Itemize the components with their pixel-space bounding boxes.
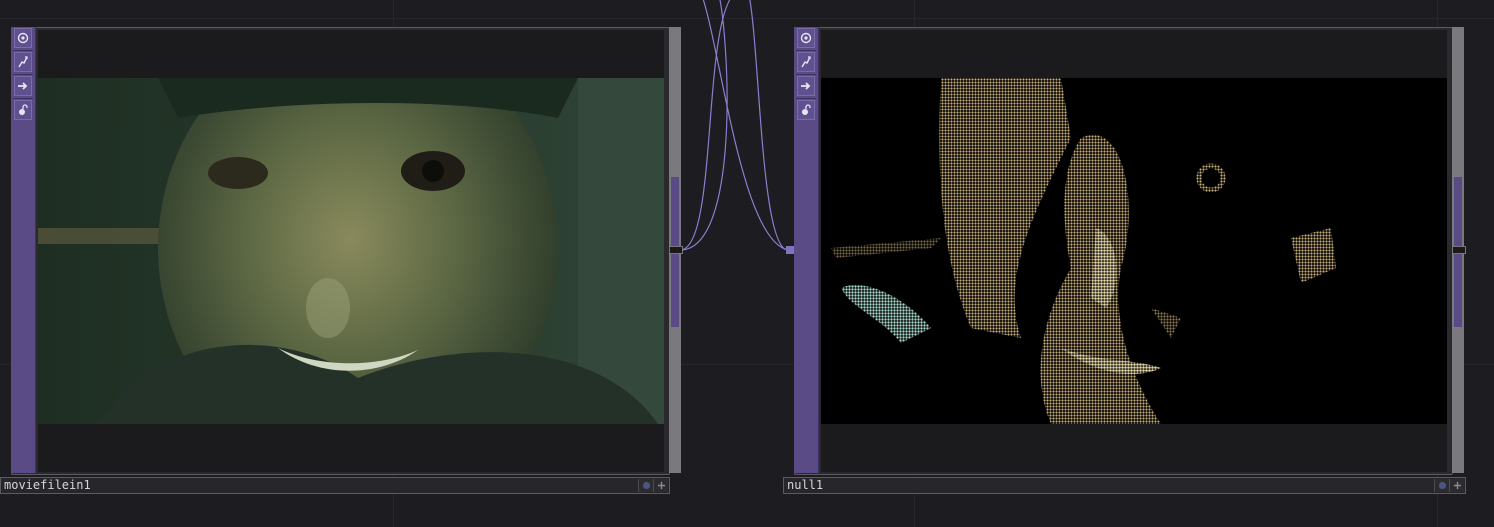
bypass-icon[interactable] [14,52,32,72]
node-namebar: moviefilein1 [0,477,670,494]
bypass-icon[interactable] [797,52,815,72]
lock-icon[interactable] [797,100,815,120]
output-connector[interactable] [669,246,683,254]
node-sidebar [11,27,36,473]
add-icon[interactable] [1449,479,1464,492]
network-grid-line [0,18,1494,19]
output-arrow-icon[interactable] [797,76,815,96]
dithered-face-frame [821,78,1447,424]
lock-icon[interactable] [14,100,32,120]
node-viewer[interactable] [821,30,1447,472]
display-flag-icon[interactable] [1434,479,1449,492]
node-viewer[interactable] [38,30,664,472]
node-name-label[interactable]: moviefilein1 [4,478,91,493]
wire-moviefilein1-to-null1 [679,0,731,251]
node-name-label[interactable]: null1 [787,478,823,493]
add-icon[interactable] [653,479,668,492]
viewer-toggle-icon[interactable] [14,28,32,48]
display-flag-icon[interactable] [638,479,653,492]
output-arrow-icon[interactable] [14,76,32,96]
video-frame-close-up-face [38,78,664,424]
output-connector[interactable] [1452,246,1466,254]
node-namebar: null1 [783,477,1466,494]
wire-moviefilein1-out [679,0,728,251]
input-connector[interactable] [786,246,794,254]
viewer-toggle-icon[interactable] [797,28,815,48]
wire-null1-in [749,0,789,251]
wire-external [702,0,789,251]
node-sidebar [794,27,819,473]
node-null1[interactable]: null1 [783,27,1466,495]
node-moviefilein1[interactable]: moviefilein1 [0,27,683,495]
